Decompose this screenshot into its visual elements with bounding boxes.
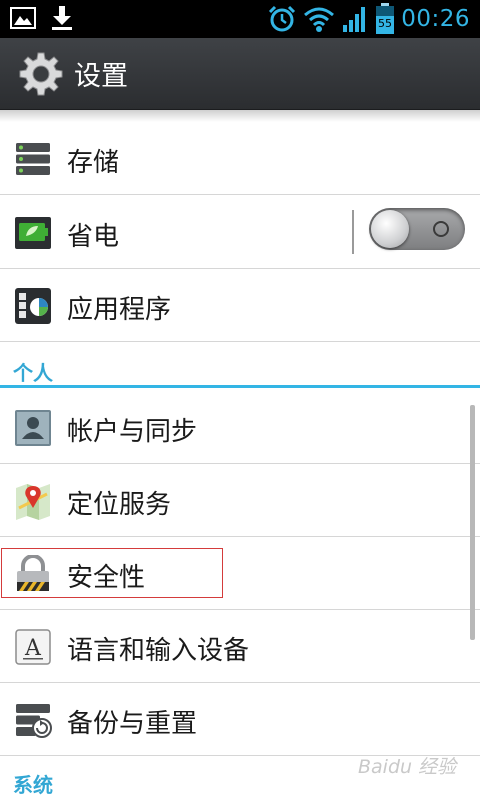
toggle-divider: [352, 210, 354, 254]
accounts-label: 帐户与同步: [67, 417, 198, 447]
settings-item-apps[interactable]: 应用程序: [0, 269, 480, 342]
apps-icon: [15, 288, 51, 324]
section-title-system: 系统: [13, 773, 53, 797]
svg-text:55: 55: [378, 17, 392, 30]
scrollbar[interactable]: [470, 405, 475, 640]
section-divider: [0, 385, 480, 388]
storage-label: 存储: [67, 148, 120, 178]
settings-item-location[interactable]: 定位服务: [0, 464, 480, 537]
power-saver-toggle[interactable]: [369, 208, 465, 250]
action-bar: 设置: [0, 38, 480, 110]
settings-gear-icon[interactable]: [18, 51, 64, 97]
map-pin-icon: [16, 484, 50, 520]
settings-item-accounts[interactable]: 帐户与同步: [0, 391, 480, 464]
clock-time: 00:26: [401, 6, 470, 32]
toggle-knob: [371, 210, 409, 248]
battery-saver-icon: [15, 217, 51, 249]
storage-icon: [16, 143, 50, 175]
section-title-personal: 个人: [13, 361, 53, 385]
signal-icon: [343, 7, 366, 32]
alarm-icon: [269, 5, 296, 32]
settings-item-language[interactable]: A 语言和输入设备: [0, 610, 480, 683]
language-label: 语言和输入设备: [67, 636, 250, 666]
wifi-icon: [304, 7, 335, 32]
page-title: 设置: [74, 61, 128, 92]
backup-label: 备份与重置: [67, 709, 198, 739]
image-icon: [10, 7, 36, 29]
settings-item-backup[interactable]: 备份与重置: [0, 683, 480, 756]
settings-item-storage[interactable]: 存储: [0, 122, 480, 195]
apps-label: 应用程序: [67, 295, 172, 325]
toggle-off-indicator: [433, 221, 449, 237]
power-saver-label: 省电: [67, 222, 120, 252]
highlight-box: [1, 548, 223, 598]
settings-item-power-saver[interactable]: 省电: [0, 196, 480, 269]
svg-text:A: A: [24, 636, 42, 661]
header-shadow: [0, 110, 480, 122]
keyboard-a-icon: A: [15, 629, 51, 665]
location-label: 定位服务: [67, 490, 172, 520]
download-icon: [52, 6, 72, 30]
backup-icon: [16, 704, 52, 738]
section-header-personal: 个人: [0, 352, 480, 388]
status-bar: 55 00:26: [0, 0, 480, 38]
account-icon: [15, 410, 51, 446]
battery-icon: 55: [376, 3, 395, 34]
watermark: Baidu 经验: [358, 756, 457, 778]
